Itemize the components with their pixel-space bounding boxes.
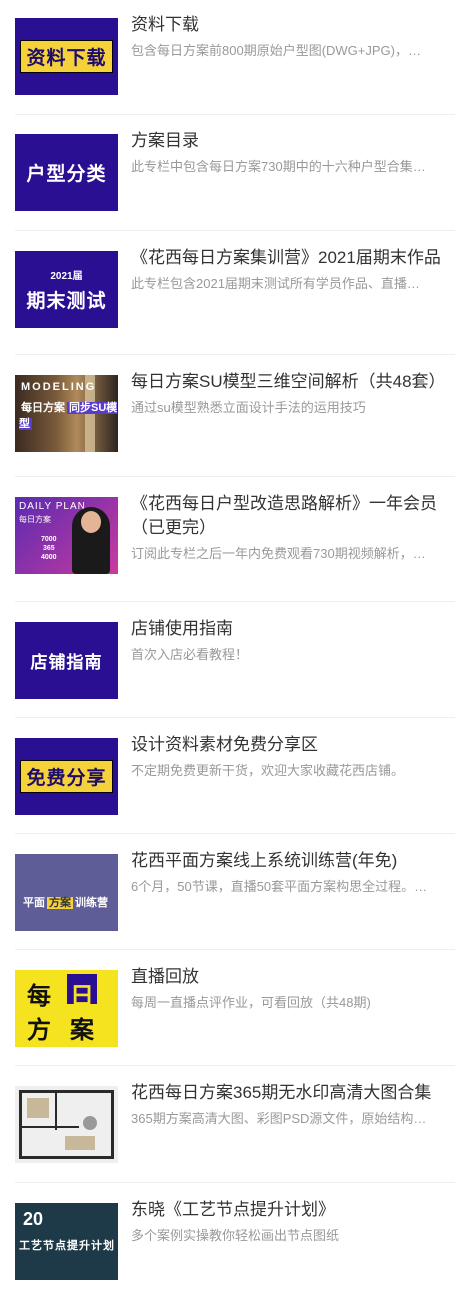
item-title: 《花西每日方案集训营》2021届期末作品 — [131, 248, 441, 267]
list-item[interactable]: 资料下载 资料下载 包含每日方案前800期原始户型图(DWG+JPG)，… — [15, 15, 455, 95]
thumb-label: 每日方案 — [19, 515, 51, 524]
item-title: 每日方案SU模型三维空间解析（共48套） — [131, 372, 446, 391]
thumb-label: 户型分类 — [26, 164, 107, 185]
item-description: 不定期免费更新干货，欢迎大家收藏花西店铺。 — [131, 763, 405, 778]
list-item[interactable]: 户型分类 方案目录 此专栏中包含每日方案730期中的十六种户型合集… — [15, 131, 455, 211]
divider — [15, 601, 455, 602]
item-description: 6个月，50节课，直播50套平面方案构思全过程。… — [131, 879, 428, 894]
list-item[interactable]: 平面 方案 训练营 花西平面方案线上系统训练营(年免) 6个月，50节课，直播50套… — [15, 851, 455, 931]
exam-banner-icon: 2021届 期末测试 — [15, 251, 118, 328]
category-banner-icon: 户型分类 — [15, 134, 118, 211]
floor-plan-image-icon — [15, 1086, 118, 1163]
list-item[interactable]: 2021届 期末测试 《花西每日方案集训营》2021届期末作品 此专栏包含202… — [15, 248, 455, 328]
thumb-label: 每日方案 同步SU模型 — [19, 402, 118, 430]
divider — [15, 1065, 455, 1066]
list-item[interactable]: 20 工艺节点提升计划 东晓《工艺节点提升计划》 多个案例实操教你轻松画出节点图… — [15, 1200, 455, 1280]
list-item[interactable]: DAILY PLAN 每日方案 7000 365 4000 《花西每日户型改造思… — [15, 494, 455, 574]
list-item[interactable]: 花西每日方案365期无水印高清大图合集 365期方案高清大图、彩图PSD源文件，… — [15, 1083, 455, 1163]
list-item[interactable]: 店铺指南 店铺使用指南 首次入店必看教程！ — [15, 619, 455, 699]
item-description: 首次入店必看教程！ — [131, 647, 249, 662]
divider — [15, 114, 455, 115]
daily-plan-poster-icon: DAILY PLAN 每日方案 7000 365 4000 — [15, 497, 118, 574]
item-description: 订阅此专栏之后一年内免费观看730期视频解析，… — [131, 546, 426, 561]
list-item[interactable]: 每 日 方 案 直播回放 每周一直播点评作业，可看回放（共48期) — [15, 967, 455, 1047]
thumb-label: 资料下载 — [20, 40, 113, 73]
item-description: 多个案例实操教你轻松画出节点图纸 — [131, 1228, 340, 1243]
thumb-label: MODELING — [21, 381, 97, 393]
item-title: 《花西每日户型改造思路解析》一年会员（已更完） — [131, 494, 437, 537]
list-item[interactable]: MODELING 每日方案 同步SU模型 每日方案SU模型三维空间解析（共48套）… — [15, 372, 455, 452]
thumb-label: 工艺节点提升计划 — [19, 1240, 115, 1252]
item-title: 直播回放 — [131, 967, 199, 986]
list-item[interactable]: 免费分享 设计资料素材免费分享区 不定期免费更新干货，欢迎大家收藏花西店铺。 — [15, 735, 455, 815]
download-banner-icon: 资料下载 — [15, 18, 118, 95]
item-title: 东晓《工艺节点提升计划》 — [131, 1200, 335, 1219]
daily-plan-logo-icon: 每 日 方 案 — [15, 970, 118, 1047]
divider — [15, 230, 455, 231]
divider — [15, 1182, 455, 1183]
guide-banner-icon: 店铺指南 — [15, 622, 118, 699]
item-title: 资料下载 — [131, 15, 199, 34]
thumb-label: DAILY PLAN — [19, 501, 86, 512]
su-model-photo-icon: MODELING 每日方案 同步SU模型 — [15, 375, 118, 452]
divider — [15, 833, 455, 834]
item-description: 此专栏中包含每日方案730期中的十六种户型合集… — [131, 159, 426, 174]
divider — [15, 949, 455, 950]
thumb-label: 20 — [23, 1209, 44, 1229]
thumb-label: 期末测试 — [26, 290, 107, 312]
item-title: 方案目录 — [131, 131, 199, 150]
item-title: 设计资料素材免费分享区 — [131, 735, 318, 754]
thumb-sublabel: 2021届 — [50, 270, 83, 282]
item-description: 每周一直播点评作业，可看回放（共48期) — [131, 995, 371, 1010]
divider — [15, 354, 455, 355]
thumb-label: 店铺指南 — [30, 653, 103, 672]
divider — [15, 717, 455, 718]
training-camp-banner-icon: 平面 方案 训练营 — [15, 854, 118, 931]
craft-node-banner-icon: 20 工艺节点提升计划 — [15, 1203, 118, 1280]
thumb-label: 平面 方案 训练营 — [23, 897, 108, 909]
item-title: 店铺使用指南 — [131, 619, 233, 638]
free-share-banner-icon: 免费分享 — [15, 738, 118, 815]
item-description: 包含每日方案前800期原始户型图(DWG+JPG)，… — [131, 43, 421, 58]
item-title: 花西平面方案线上系统训练营(年免) — [131, 851, 398, 870]
item-description: 365期方案高清大图、彩图PSD源文件，原始结构… — [131, 1111, 427, 1126]
thumb-label: 免费分享 — [20, 760, 113, 793]
item-description: 此专栏包含2021届期末测试所有学员作品、直播… — [131, 276, 420, 291]
divider — [15, 476, 455, 477]
item-title: 花西每日方案365期无水印高清大图合集 — [131, 1083, 432, 1102]
item-description: 通过su模型熟悉立面设计手法的运用技巧 — [131, 400, 366, 415]
